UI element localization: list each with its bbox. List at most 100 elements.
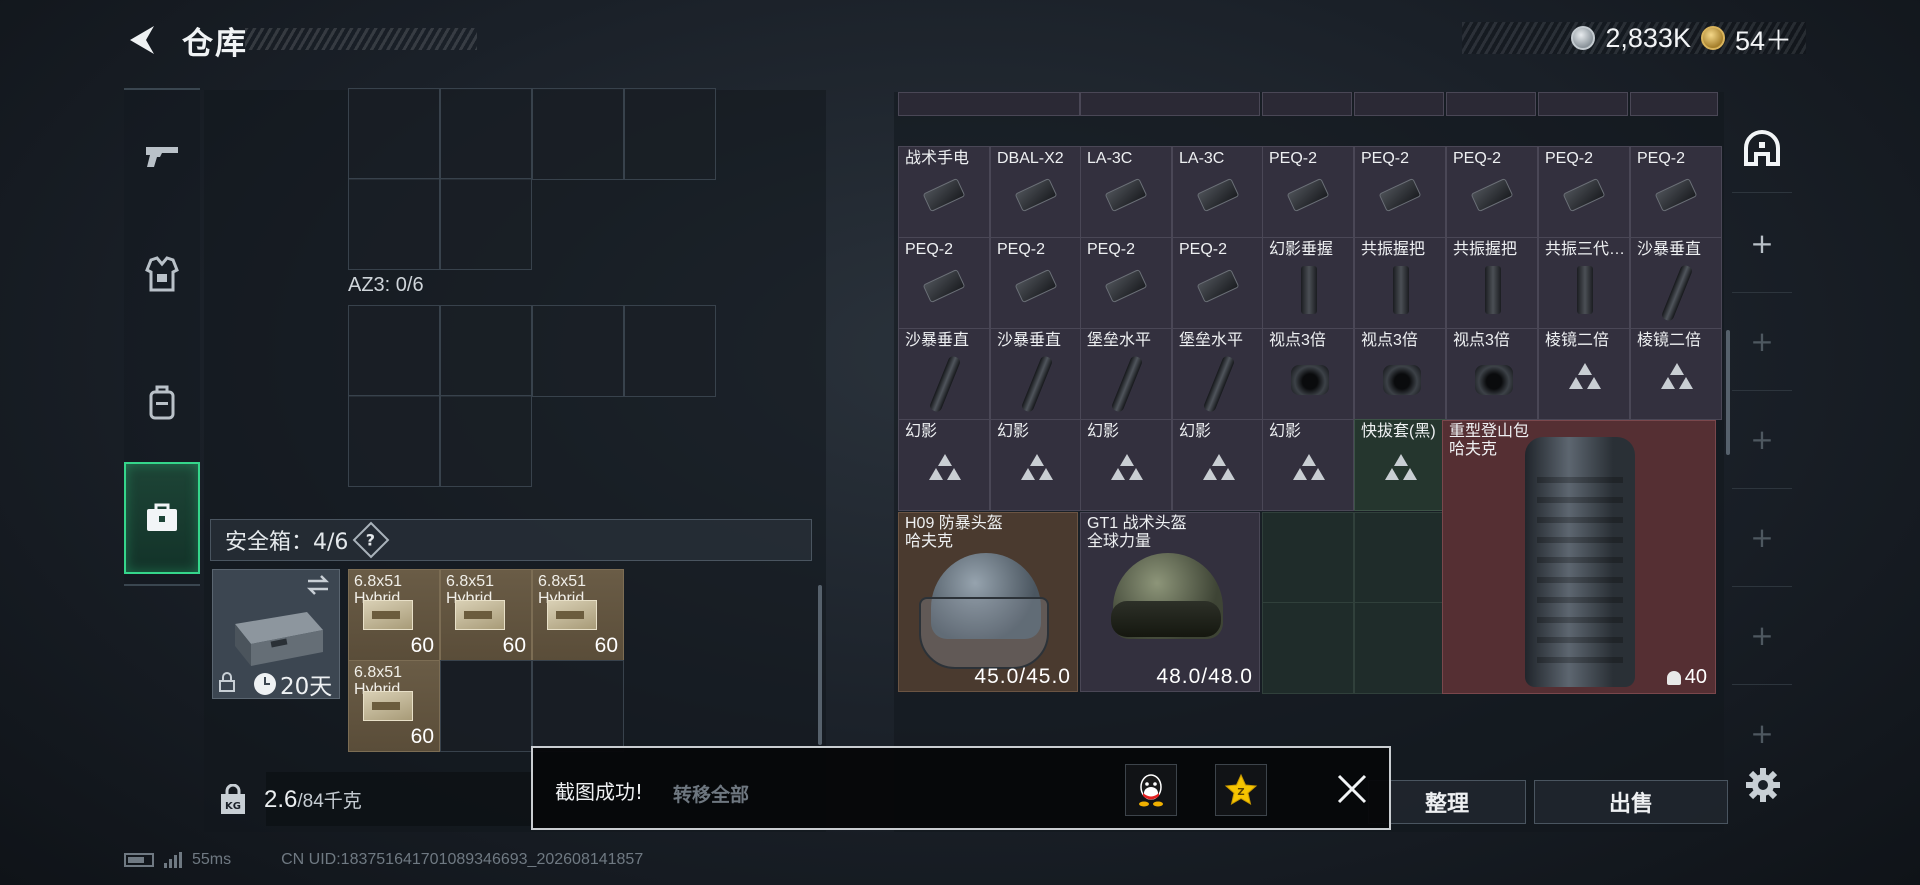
grip-icon: [1577, 266, 1593, 314]
stash-item[interactable]: 幻影: [898, 419, 990, 511]
sidebar-item-backpack[interactable]: [124, 346, 200, 458]
swap-icon[interactable]: [306, 574, 330, 596]
stash-scrollbar[interactable]: [1726, 330, 1730, 455]
stash-item[interactable]: PEQ-2: [898, 237, 990, 329]
partial-item[interactable]: [898, 92, 1080, 116]
partial-item[interactable]: [1446, 92, 1536, 116]
gear-icon[interactable]: [1744, 766, 1782, 804]
add-tab-icon[interactable]: +: [1750, 524, 1774, 552]
partial-item[interactable]: [1538, 92, 1628, 116]
sell-button[interactable]: 出售: [1534, 780, 1728, 824]
grid-cell[interactable]: [440, 305, 532, 397]
grid-cell[interactable]: [1354, 602, 1446, 694]
share-qzone-button[interactable]: Z: [1215, 764, 1267, 816]
stash-item[interactable]: 棱镜二倍: [1630, 328, 1722, 420]
gold-currency-value[interactable]: 54＋: [1735, 19, 1792, 58]
ammo-quantity: 60: [410, 725, 434, 748]
stash-item[interactable]: PEQ-2: [1446, 146, 1538, 238]
sidebar-item-container[interactable]: [124, 462, 200, 574]
stash-item[interactable]: 幻影: [1080, 419, 1172, 511]
stash-item[interactable]: 共振握把: [1446, 237, 1538, 329]
grip-icon: [1301, 266, 1317, 314]
share-qq-button[interactable]: [1125, 764, 1177, 816]
grid-cell[interactable]: [1262, 512, 1354, 604]
unknown-item-icon: [1293, 454, 1325, 480]
item-name: 共振握把: [1361, 241, 1426, 258]
grid-cell[interactable]: [348, 88, 440, 180]
grid-cell[interactable]: [1262, 602, 1354, 694]
backpack-item[interactable]: 重型登山包 哈夫克 40: [1442, 420, 1716, 694]
stash-item[interactable]: 幻影: [1262, 419, 1354, 511]
stash-item[interactable]: 沙暴垂直: [898, 328, 990, 420]
add-tab-icon[interactable]: +: [1750, 230, 1774, 258]
stash-home-icon[interactable]: [1742, 128, 1782, 168]
stash-item[interactable]: PEQ-2: [1354, 146, 1446, 238]
helmet-item[interactable]: GT1 战术头盔 全球力量 48.0/48.0: [1080, 512, 1260, 692]
screenshot-toast: 转移全部 截图成功! Z: [531, 746, 1391, 830]
grid-cell[interactable]: [532, 305, 624, 397]
help-button[interactable]: ?: [353, 521, 390, 559]
left-scrollbar[interactable]: [818, 585, 822, 745]
grid-cell[interactable]: [440, 178, 532, 270]
sidebar-item-weapons[interactable]: [124, 100, 200, 212]
stash-item[interactable]: 视点3倍: [1262, 328, 1354, 420]
grid-cell[interactable]: [532, 88, 624, 180]
stash-item[interactable]: PEQ-2: [1262, 146, 1354, 238]
laser-module-icon: [1196, 177, 1240, 213]
grid-cell[interactable]: [624, 88, 716, 180]
stash-item[interactable]: 幻影垂握: [1262, 237, 1354, 329]
item-name: 幻影: [1087, 423, 1120, 440]
grid-cell[interactable]: [440, 660, 532, 752]
stash-item[interactable]: 视点3倍: [1354, 328, 1446, 420]
partial-item[interactable]: [1080, 92, 1260, 116]
stash-item[interactable]: 幻影: [1172, 419, 1264, 511]
stash-item[interactable]: 视点3倍: [1446, 328, 1538, 420]
partial-item[interactable]: [1630, 92, 1718, 116]
add-tab-icon[interactable]: +: [1750, 622, 1774, 650]
ammo-item[interactable]: 6.8x51 Hybrid 60: [348, 660, 440, 752]
partial-item[interactable]: [1354, 92, 1444, 116]
laser-module-icon: [1286, 177, 1330, 213]
stash-item[interactable]: PEQ-2: [990, 237, 1082, 329]
ammo-item[interactable]: 6.8x51 Hybrid 60: [348, 569, 440, 661]
grid-cell[interactable]: [532, 660, 624, 752]
sidebar-item-armor[interactable]: [124, 218, 200, 330]
stash-item[interactable]: LA-3C: [1172, 146, 1264, 238]
grid-cell[interactable]: [1354, 512, 1446, 604]
grid-cell[interactable]: [348, 178, 440, 270]
grid-cell[interactable]: [440, 88, 532, 180]
stash-item[interactable]: 沙暴垂直: [990, 328, 1082, 420]
item-name: 幻影: [905, 423, 938, 440]
stash-item[interactable]: LA-3C: [1080, 146, 1172, 238]
stash-item[interactable]: PEQ-2: [1630, 146, 1722, 238]
laser-module-icon: [922, 268, 966, 304]
stash-item[interactable]: 沙暴垂直: [1630, 237, 1722, 329]
grid-cell[interactable]: [440, 395, 532, 487]
ammo-item[interactable]: 6.8x51 Hybrid 60: [532, 569, 624, 661]
sort-button[interactable]: 整理: [1368, 780, 1526, 824]
close-icon[interactable]: [1333, 770, 1371, 808]
stash-item[interactable]: 共振三代…: [1538, 237, 1630, 329]
helmet-item[interactable]: H09 防暴头盔 哈夫克 45.0/45.0: [898, 512, 1078, 692]
stash-item[interactable]: 战术手电: [898, 146, 990, 238]
stash-item[interactable]: 棱镜二倍: [1538, 328, 1630, 420]
stash-item[interactable]: 共振握把: [1354, 237, 1446, 329]
stash-item[interactable]: 快拔套(黑): [1354, 419, 1446, 511]
add-tab-icon[interactable]: +: [1750, 426, 1774, 454]
ammo-item[interactable]: 6.8x51 Hybrid 60: [440, 569, 532, 661]
stash-item[interactable]: 堡垒水平: [1080, 328, 1172, 420]
stash-item[interactable]: PEQ-2: [1172, 237, 1264, 329]
stash-item[interactable]: PEQ-2: [1538, 146, 1630, 238]
partial-item[interactable]: [1262, 92, 1352, 116]
grid-cell[interactable]: [624, 305, 716, 397]
stash-item[interactable]: DBAL-X2: [990, 146, 1082, 238]
back-arrow-icon[interactable]: [124, 22, 160, 58]
unknown-item-icon: [1661, 363, 1693, 389]
grid-cell[interactable]: [348, 395, 440, 487]
add-tab-icon[interactable]: +: [1750, 720, 1774, 748]
stash-item[interactable]: 堡垒水平: [1172, 328, 1264, 420]
stash-item[interactable]: 幻影: [990, 419, 1082, 511]
stash-item[interactable]: PEQ-2: [1080, 237, 1172, 329]
add-tab-icon[interactable]: +: [1750, 328, 1774, 356]
grid-cell[interactable]: [348, 305, 440, 397]
